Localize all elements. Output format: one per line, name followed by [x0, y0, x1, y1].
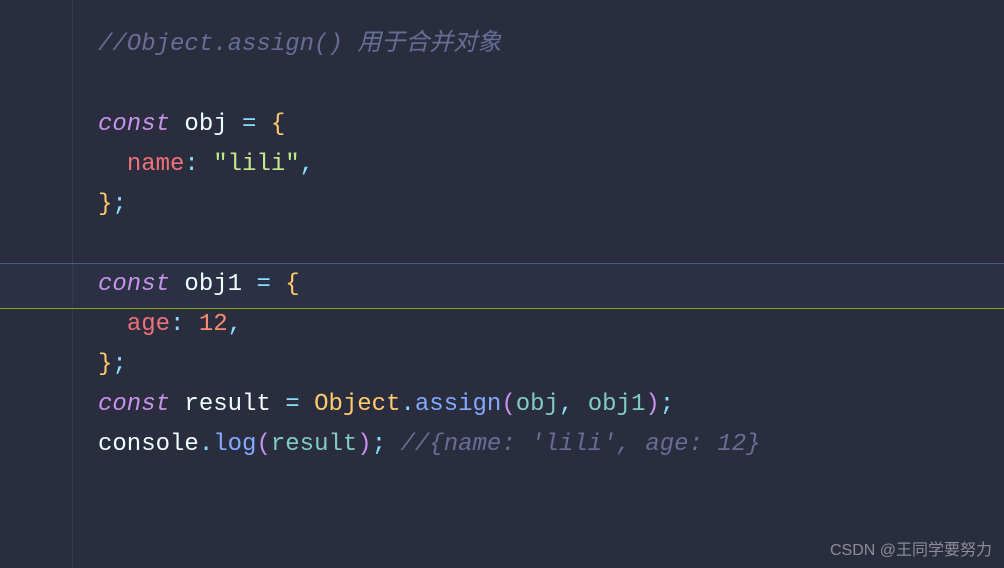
property: age — [127, 311, 170, 338]
operator-eq: = — [285, 391, 299, 418]
code-line-5: }; — [98, 185, 1004, 225]
comment: //Object.assign() 用于合并对象 — [98, 31, 501, 58]
code-line-1: //Object.assign() 用于合并对象 — [98, 25, 1004, 65]
paren-close: ) — [357, 431, 371, 458]
comma: , — [559, 391, 573, 418]
code-line-4: name: "lili", — [98, 145, 1004, 185]
code-line-8: age: 12, — [98, 305, 1004, 345]
property: name — [127, 151, 185, 178]
comment: //{name: 'lili', age: 12} — [401, 431, 761, 458]
brace-open: { — [271, 111, 285, 138]
code-block: //Object.assign() 用于合并对象 const obj = { n… — [0, 0, 1004, 465]
colon: : — [184, 151, 198, 178]
string: "lili" — [213, 151, 299, 178]
number: 12 — [199, 311, 228, 338]
dot: . — [400, 391, 414, 418]
keyword-const: const — [98, 391, 170, 418]
keyword-const: const — [98, 111, 170, 138]
code-line-10: const result = Object.assign(obj, obj1); — [98, 385, 1004, 425]
identifier: obj1 — [184, 271, 242, 298]
method: assign — [415, 391, 501, 418]
semi: ; — [372, 431, 386, 458]
arg: obj1 — [588, 391, 646, 418]
paren-open: ( — [501, 391, 515, 418]
comma: , — [228, 311, 242, 338]
code-line-2 — [98, 65, 1004, 105]
brace-close: } — [98, 191, 112, 218]
watermark: CSDN @王同学要努力 — [830, 536, 992, 560]
code-line-9: }; — [98, 345, 1004, 385]
keyword-const: const — [98, 271, 170, 298]
arg: result — [271, 431, 357, 458]
brace-close: } — [98, 351, 112, 378]
identifier: result — [184, 391, 270, 418]
arg: obj — [516, 391, 559, 418]
brace-open: { — [285, 271, 299, 298]
operator-eq: = — [256, 271, 270, 298]
colon: : — [170, 311, 184, 338]
dot: . — [199, 431, 213, 458]
code-line-3: const obj = { — [98, 105, 1004, 145]
operator-eq: = — [242, 111, 256, 138]
code-line-11: console.log(result); //{name: 'lili', ag… — [98, 425, 1004, 465]
method: log — [213, 431, 256, 458]
paren-close: ) — [645, 391, 659, 418]
class-name: Object — [314, 391, 400, 418]
semi: ; — [112, 351, 126, 378]
semi: ; — [112, 191, 126, 218]
identifier: console — [98, 431, 199, 458]
identifier: obj — [184, 111, 227, 138]
semi: ; — [660, 391, 674, 418]
paren-open: ( — [256, 431, 270, 458]
code-line-6 — [98, 225, 1004, 265]
comma: , — [300, 151, 314, 178]
code-line-7: const obj1 = { — [98, 265, 1004, 305]
